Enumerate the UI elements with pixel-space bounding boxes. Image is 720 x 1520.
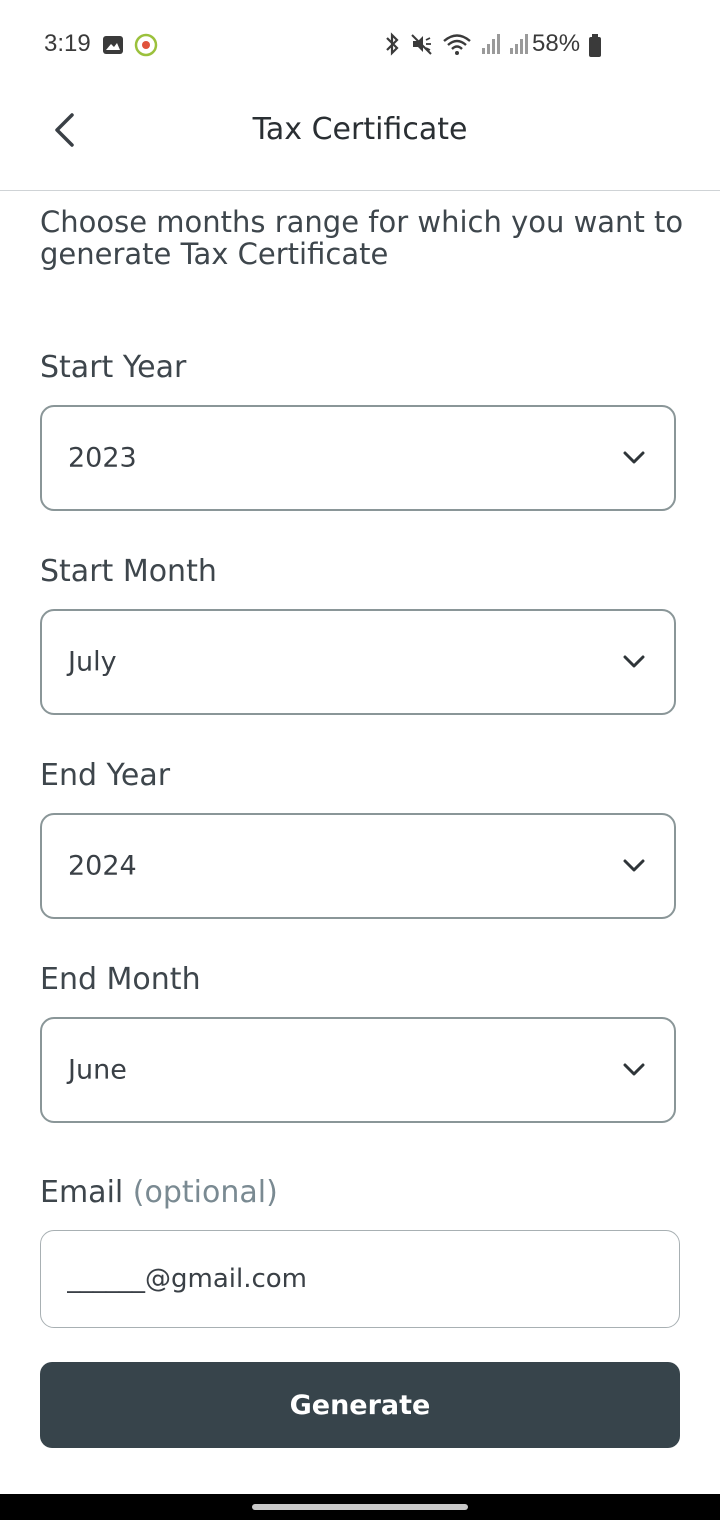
battery-percent: 58% bbox=[532, 30, 581, 57]
start-year-value: 2023 bbox=[68, 442, 137, 474]
start-month-value: July bbox=[68, 646, 117, 678]
end-month-select[interactable]: June bbox=[40, 1017, 676, 1123]
signal-icon bbox=[480, 33, 500, 59]
status-right-icons bbox=[382, 32, 528, 60]
image-icon bbox=[102, 34, 124, 60]
signal-icon bbox=[508, 33, 528, 59]
wifi-icon bbox=[442, 32, 472, 60]
start-month-select[interactable]: July bbox=[40, 609, 676, 715]
mute-icon bbox=[410, 32, 434, 60]
email-input[interactable] bbox=[67, 1231, 647, 1327]
end-year-value: 2024 bbox=[68, 850, 137, 882]
battery-icon bbox=[588, 34, 602, 62]
app-bar: Tax Certificate bbox=[0, 90, 720, 191]
status-time: 3:19 bbox=[44, 30, 91, 57]
home-handle[interactable] bbox=[252, 1504, 468, 1510]
end-year-label: End Year bbox=[40, 758, 171, 793]
generate-button[interactable]: Generate bbox=[40, 1362, 680, 1448]
bluetooth-icon bbox=[382, 32, 402, 60]
email-label: Email (optional) bbox=[40, 1175, 278, 1210]
navigation-bar bbox=[0, 1494, 720, 1520]
end-month-label: End Month bbox=[40, 962, 201, 997]
end-year-select[interactable]: 2024 bbox=[40, 813, 676, 919]
start-month-label: Start Month bbox=[40, 554, 217, 589]
status-bar: 3:19 58% bbox=[0, 0, 720, 90]
screen: 3:19 58% Tax Certificate Choose months r… bbox=[0, 0, 720, 1520]
optional-label: (optional) bbox=[132, 1175, 278, 1210]
chevron-down-icon bbox=[622, 1062, 646, 1078]
email-field[interactable] bbox=[40, 1230, 680, 1328]
end-month-value: June bbox=[68, 1054, 127, 1086]
intro-text: Choose months range for which you want t… bbox=[40, 205, 684, 271]
chevron-down-icon bbox=[622, 858, 646, 874]
start-year-select[interactable]: 2023 bbox=[40, 405, 676, 511]
email-label-text: Email bbox=[40, 1175, 124, 1210]
chevron-down-icon bbox=[622, 654, 646, 670]
chevron-down-icon bbox=[622, 450, 646, 466]
target-icon bbox=[134, 33, 158, 61]
status-left-icons bbox=[102, 33, 158, 61]
page-title: Tax Certificate bbox=[252, 112, 468, 147]
start-year-label: Start Year bbox=[40, 350, 187, 385]
